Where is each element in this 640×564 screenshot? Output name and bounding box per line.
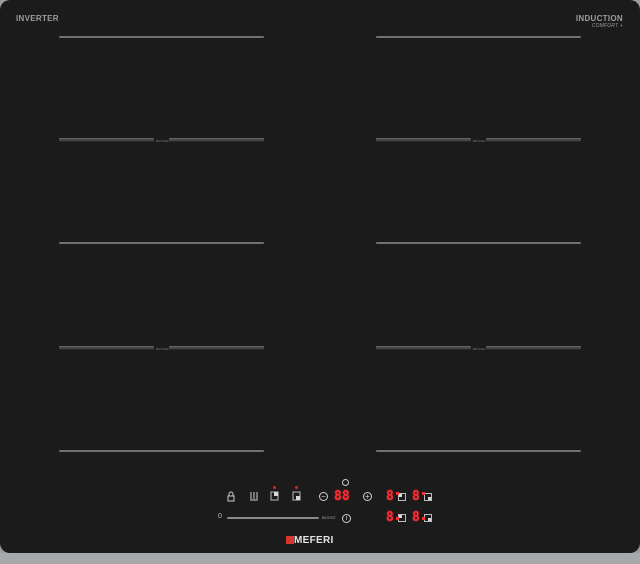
zone-2-indicator: [422, 492, 425, 495]
zone-select-1-indicator: [273, 486, 276, 489]
bridge-line-left-1a: [59, 138, 154, 142]
zone-select-2-indicator: [295, 486, 298, 489]
zone-border-left-top: [59, 36, 264, 38]
slider-min-label: 0: [218, 513, 222, 520]
zone-border-right-top: [376, 36, 581, 38]
plus-button[interactable]: +: [363, 492, 372, 501]
induction-label: INDUCTION: [575, 14, 623, 23]
zone-1-icon[interactable]: [398, 493, 406, 501]
zone-4-indicator: [422, 517, 425, 520]
bridge-line-right-1a: [376, 138, 471, 142]
cooktop-frame-base: [0, 553, 640, 564]
bridge-label-right-1: BRIDGE: [473, 139, 486, 143]
keep-warm-icon[interactable]: [249, 491, 259, 504]
zone-border-left-mid: [59, 242, 264, 244]
zone-display-1: 8: [386, 489, 394, 504]
zone-3-icon[interactable]: [398, 514, 406, 522]
bridge-label-left-1: BRIDGE: [156, 139, 169, 143]
zone-3-indicator: [396, 517, 399, 520]
zone-border-left-bottom: [59, 450, 264, 452]
lock-icon[interactable]: [226, 491, 236, 505]
bridge-line-right-1b: [486, 138, 581, 142]
zone-4-icon[interactable]: [424, 514, 432, 522]
zone-display-2: 8: [412, 489, 420, 504]
brand-name: MEFERI: [294, 535, 334, 546]
bridge-label-left-2: BRIDGE: [156, 347, 169, 351]
zone-select-1-icon[interactable]: [270, 491, 279, 504]
power-slider[interactable]: [227, 517, 319, 519]
comfort-label: COMFORT +: [591, 23, 623, 29]
cooktop-glass: INVERTER INDUCTION COMFORT + BRIDGE BRID…: [0, 0, 640, 553]
inverter-label: INVERTER: [16, 14, 59, 23]
bridge-line-right-2b: [486, 346, 581, 350]
minus-button[interactable]: −: [319, 492, 328, 501]
slider-boost-label: BOOST: [322, 515, 337, 520]
bridge-label-right-2: BRIDGE: [473, 347, 486, 351]
zone-border-right-mid: [376, 242, 581, 244]
timer-icon: [342, 479, 349, 486]
zone-select-2-icon[interactable]: [292, 491, 301, 504]
bridge-line-left-2b: [169, 346, 264, 350]
zone-display-4: 8: [412, 510, 420, 525]
timer-display: 88: [334, 489, 350, 504]
info-button[interactable]: i: [342, 514, 351, 523]
bridge-line-left-2a: [59, 346, 154, 350]
brand-logo-mark: [286, 536, 294, 544]
zone-display-3: 8: [386, 510, 394, 525]
zone-border-right-bottom: [376, 450, 581, 452]
zone-2-icon[interactable]: [424, 493, 432, 501]
bridge-line-right-2a: [376, 346, 471, 350]
zone-1-indicator: [396, 492, 399, 495]
bridge-line-left-1b: [169, 138, 264, 142]
